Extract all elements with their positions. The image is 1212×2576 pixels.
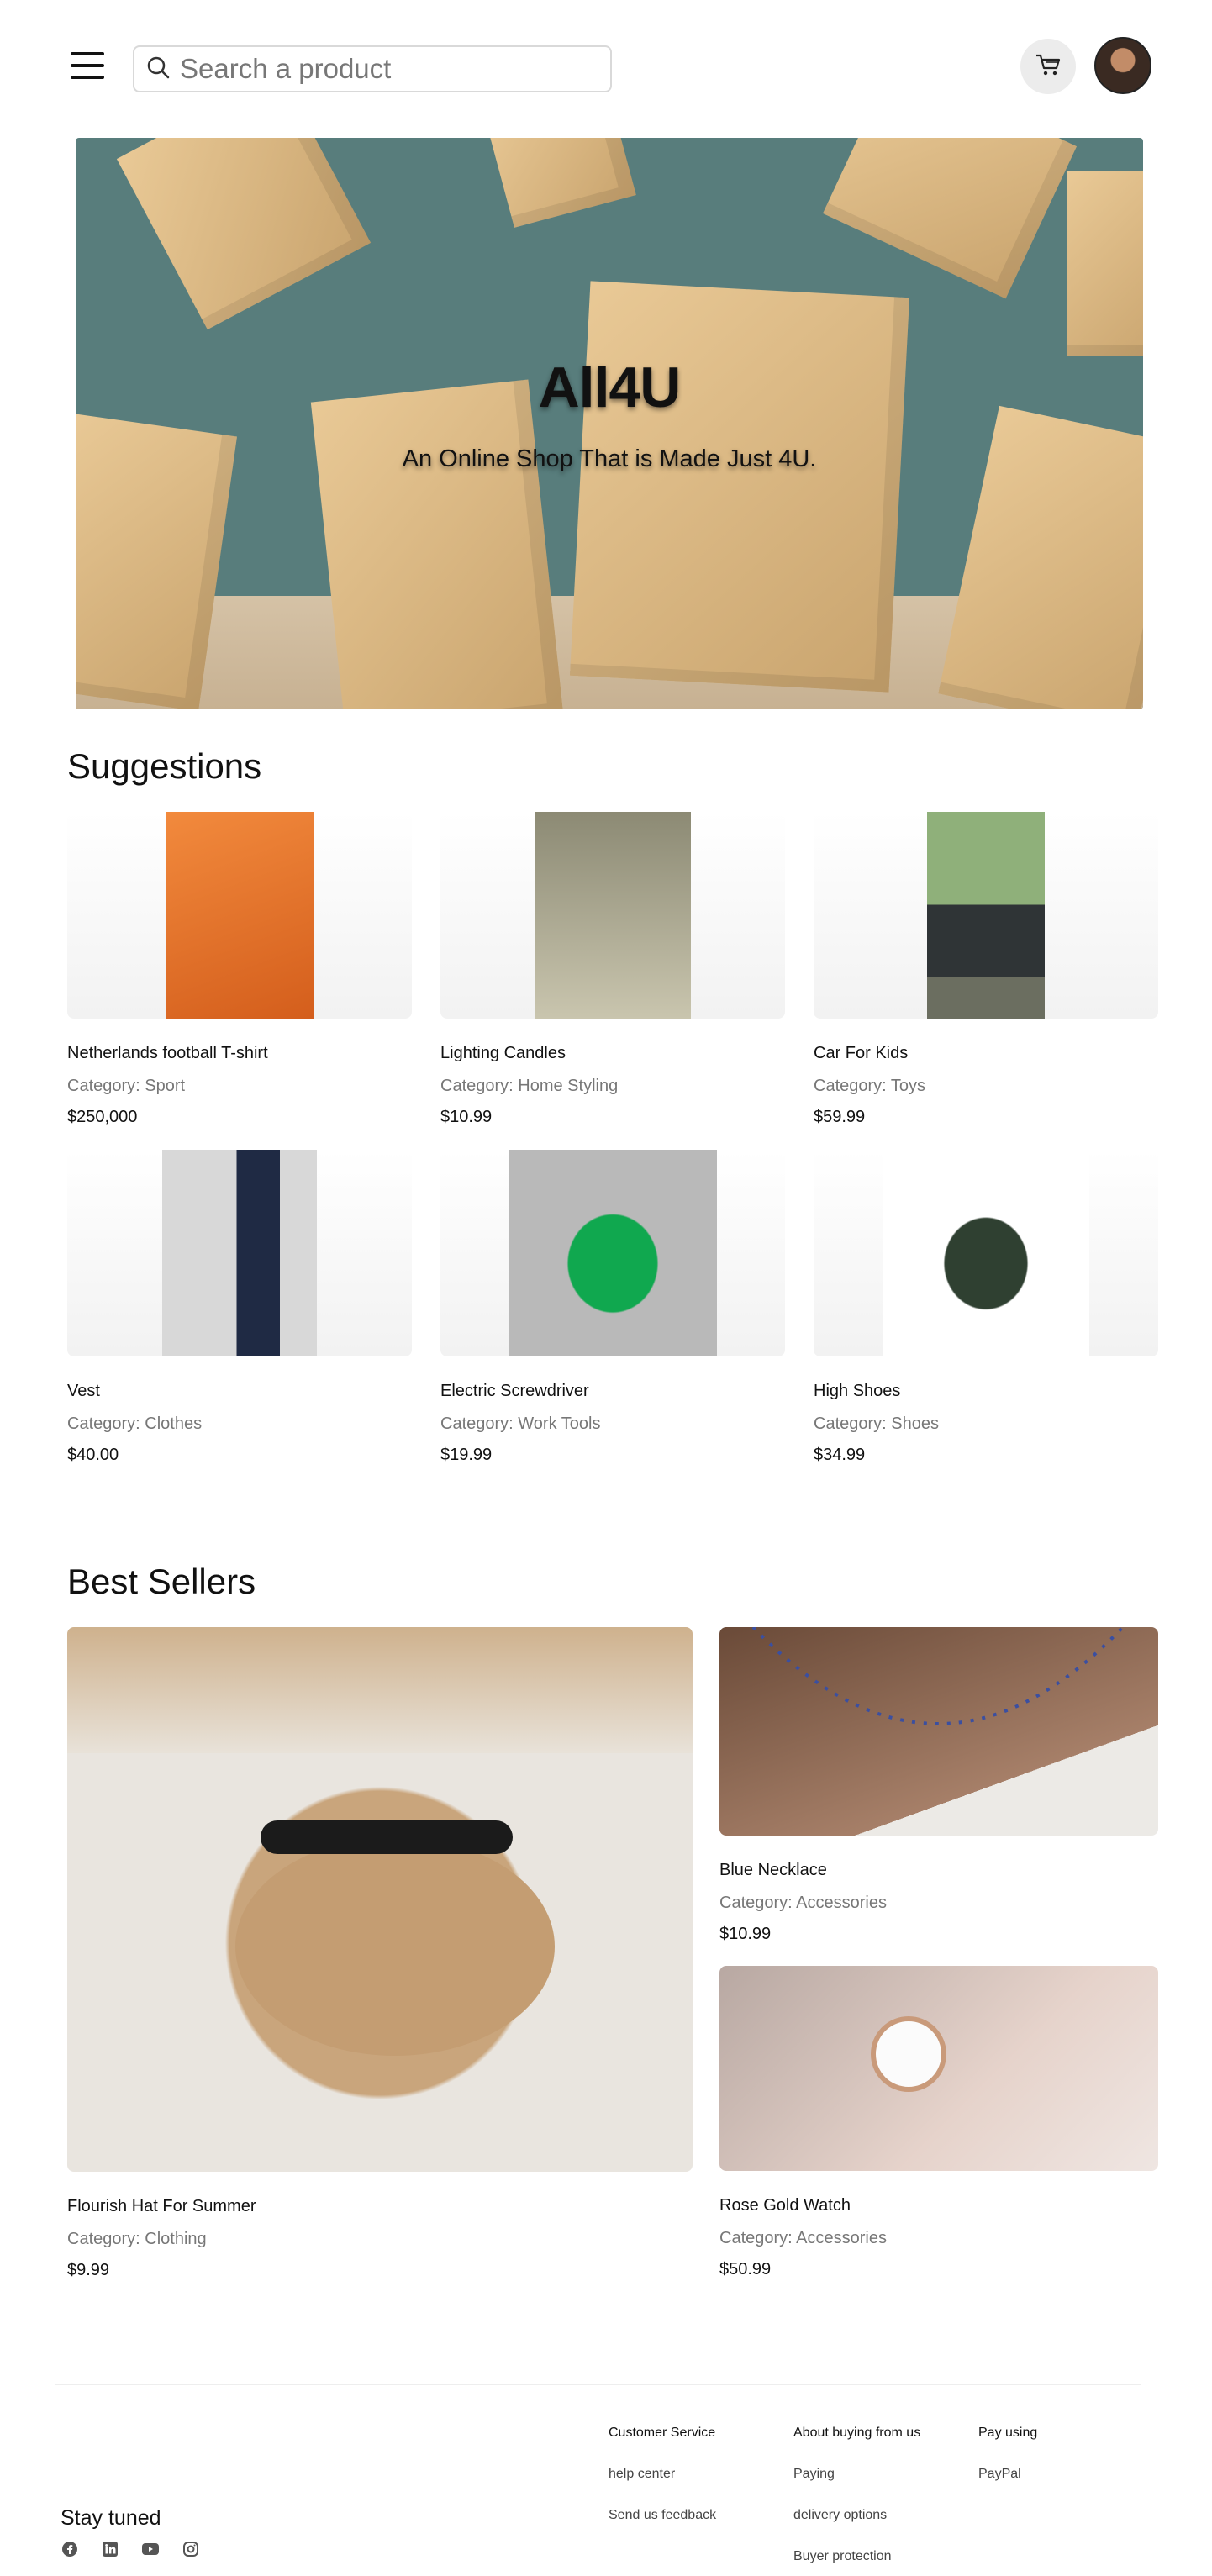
footer-heading: Customer Service xyxy=(609,2426,716,2440)
footer-heading: Pay using xyxy=(978,2426,1038,2440)
footer-link-paying[interactable]: Paying xyxy=(793,2467,920,2483)
suggestions-title: Suggestions xyxy=(67,746,262,786)
product-price: $40.00 xyxy=(67,1446,119,1464)
product-card[interactable]: Electric Screwdriver Category: Work Tool… xyxy=(440,1150,785,1465)
footer-column-about-buying: About buying from us Paying delivery opt… xyxy=(793,2426,920,2576)
footer-link-delivery[interactable]: delivery options xyxy=(793,2508,920,2524)
product-category: Category: Clothes xyxy=(67,1414,203,1433)
instagram-icon[interactable] xyxy=(182,2540,200,2558)
search-input[interactable] xyxy=(180,53,583,85)
facebook-icon[interactable] xyxy=(61,2540,79,2558)
product-category: Category: Accessories xyxy=(719,1894,887,1912)
watch-face xyxy=(871,2016,946,2092)
product-card[interactable]: High Shoes Category: Shoes $34.99 xyxy=(814,1150,1158,1465)
menu-icon[interactable] xyxy=(69,50,106,81)
footer-column-pay-using: Pay using PayPal xyxy=(978,2426,1037,2508)
hero-title: All4U xyxy=(538,356,682,419)
footer-link-paypal[interactable]: PayPal xyxy=(978,2467,1037,2483)
hero-subtitle: An Online Shop That is Made Just 4U. xyxy=(402,445,817,472)
vest-photo xyxy=(162,1150,317,1356)
cart-button[interactable] xyxy=(1020,39,1076,94)
product-image xyxy=(67,812,412,1019)
product-card[interactable]: Rose Gold Watch Category: Accessories $5… xyxy=(719,1966,1158,2279)
product-card[interactable]: Car For Kids Category: Toys $59.99 xyxy=(814,812,1158,1127)
cart-icon xyxy=(1035,52,1062,82)
top-bar xyxy=(0,0,1212,134)
social-links xyxy=(61,2540,200,2558)
product-price: $34.99 xyxy=(814,1446,866,1464)
product-card[interactable]: Vest Category: Clothes $40.00 xyxy=(67,1150,412,1465)
hat-brim xyxy=(235,1837,555,2056)
footer-column-customer-service: Customer Service help center Send us fee… xyxy=(609,2426,716,2549)
product-price: $19.99 xyxy=(440,1446,493,1464)
footer-link-buyer-protection[interactable]: Buyer protection xyxy=(793,2549,920,2565)
product-image xyxy=(67,1150,412,1356)
box-illustration xyxy=(822,138,1078,299)
screwdriver-photo xyxy=(509,1150,717,1356)
product-category: Category: Accessories xyxy=(719,2229,887,2247)
youtube-icon[interactable] xyxy=(141,2540,160,2558)
tshirt-photo xyxy=(166,812,314,1019)
product-name: Vest xyxy=(67,1382,100,1400)
product-name: Blue Necklace xyxy=(719,1861,827,1879)
box-illustration xyxy=(310,379,564,709)
product-card[interactable]: Netherlands football T-shirt Category: S… xyxy=(67,812,412,1127)
product-name: Rose Gold Watch xyxy=(719,2196,851,2215)
product-price: $10.99 xyxy=(719,1925,772,1943)
necklace-chain xyxy=(751,1627,1125,1725)
product-card[interactable]: Flourish Hat For Summer Category: Clothi… xyxy=(67,1627,693,2280)
product-image xyxy=(440,812,785,1019)
product-category: Category: Toys xyxy=(814,1077,926,1095)
hat-ribbon xyxy=(261,1820,513,1854)
product-price: $9.99 xyxy=(67,2261,110,2279)
watch-photo xyxy=(719,1966,1158,2171)
product-price: $59.99 xyxy=(814,1108,866,1126)
footer-heading: About buying from us xyxy=(793,2426,921,2440)
product-category: Category: Work Tools xyxy=(440,1414,601,1433)
product-name: Netherlands football T-shirt xyxy=(67,1044,268,1062)
product-name: Car For Kids xyxy=(814,1044,909,1062)
candles-photo xyxy=(535,812,691,1019)
best-sellers-title: Best Sellers xyxy=(67,1562,256,1601)
hat-photo xyxy=(67,1627,693,2172)
footer-divider xyxy=(55,2384,1141,2385)
product-price: $250,000 xyxy=(67,1108,138,1126)
product-name: Flourish Hat For Summer xyxy=(67,2197,256,2215)
product-image xyxy=(814,1150,1158,1356)
hero-banner: All4U An Online Shop That is Made Just 4… xyxy=(76,138,1143,709)
product-category: Category: Home Styling xyxy=(440,1077,619,1095)
product-image xyxy=(814,812,1158,1019)
footer-link-help-center[interactable]: help center xyxy=(609,2467,716,2483)
box-illustration xyxy=(1067,171,1143,356)
product-name: High Shoes xyxy=(814,1382,901,1400)
hat-photo-background xyxy=(67,1627,693,1753)
product-name: Lighting Candles xyxy=(440,1044,566,1062)
avatar[interactable] xyxy=(1094,37,1151,94)
product-price: $50.99 xyxy=(719,2260,772,2278)
kids-car-photo xyxy=(927,812,1045,1019)
product-category: Category: Sport xyxy=(67,1077,186,1095)
search-icon xyxy=(146,55,170,83)
box-illustration xyxy=(482,138,636,228)
stay-tuned-label: Stay tuned xyxy=(61,2506,161,2530)
product-category: Category: Shoes xyxy=(814,1414,939,1433)
product-card[interactable]: Blue Necklace Category: Accessories $10.… xyxy=(719,1627,1158,1944)
product-image xyxy=(440,1150,785,1356)
box-illustration xyxy=(116,138,372,330)
box-illustration xyxy=(569,281,910,693)
footer-link-feedback[interactable]: Send us feedback xyxy=(609,2508,716,2524)
product-category: Category: Clothing xyxy=(67,2230,207,2248)
product-name: Electric Screwdriver xyxy=(440,1382,589,1400)
shoes-photo xyxy=(883,1150,1089,1356)
product-card[interactable]: Lighting Candles Category: Home Styling … xyxy=(440,812,785,1127)
necklace-photo xyxy=(719,1627,1158,1836)
search-bar[interactable] xyxy=(133,45,612,92)
product-price: $10.99 xyxy=(440,1108,493,1126)
linkedin-icon[interactable] xyxy=(101,2540,119,2558)
